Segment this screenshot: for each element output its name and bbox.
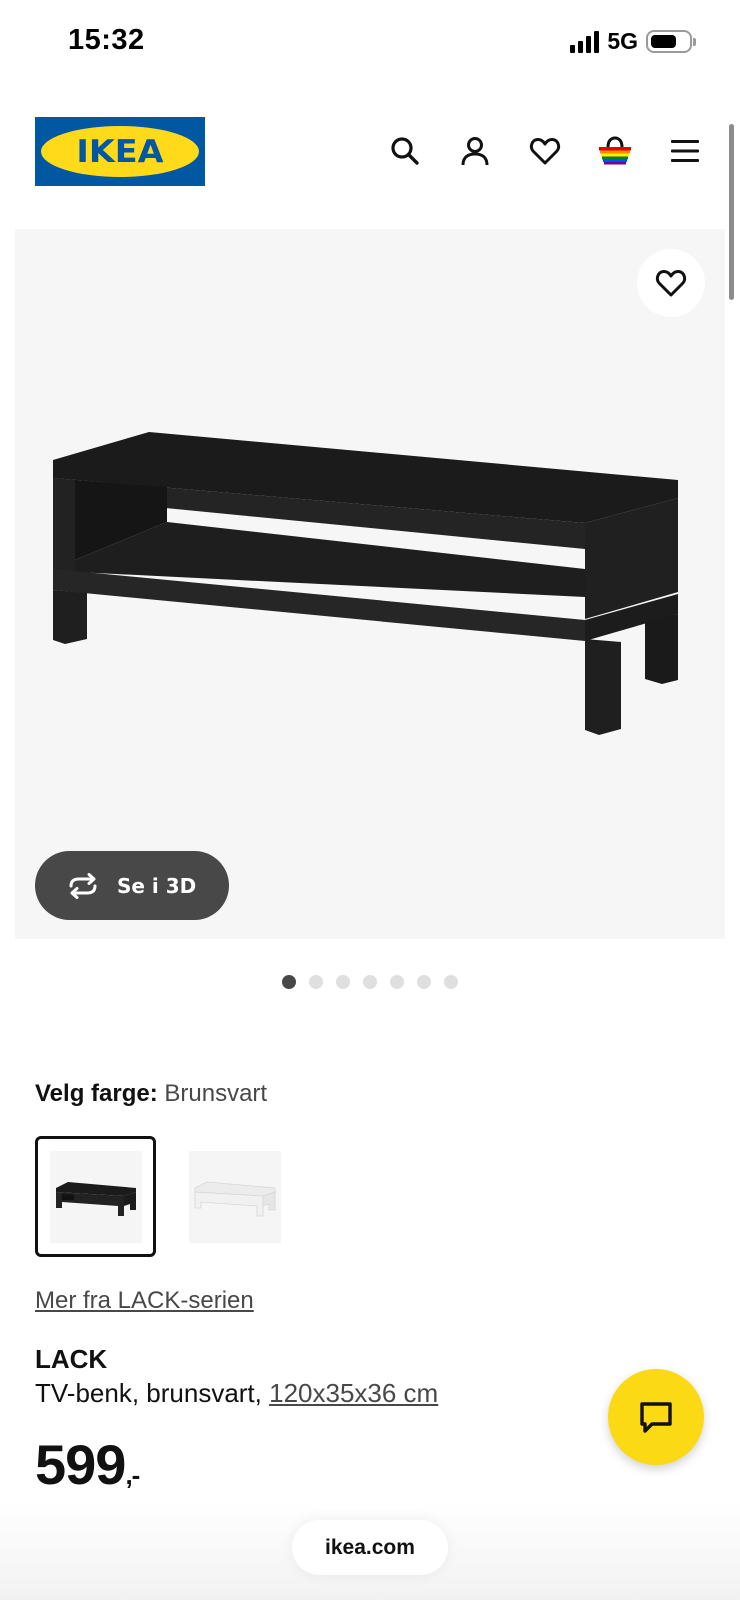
- basket-icon[interactable]: [595, 131, 635, 171]
- status-time: 15:32: [68, 24, 145, 56]
- product-image: [53, 432, 678, 735]
- view-in-3d-button[interactable]: Se i 3D: [35, 851, 229, 920]
- signal-icon: [570, 30, 600, 53]
- color-swatch-brunsvart[interactable]: [35, 1136, 156, 1257]
- gallery-dot[interactable]: [390, 975, 404, 989]
- network-label: 5G: [607, 28, 638, 54]
- product-name: LACK: [35, 1344, 108, 1374]
- price-value: 599: [35, 1433, 126, 1496]
- status-bar: 15:32 5G: [0, 0, 740, 86]
- product-price: 599,-: [35, 1432, 140, 1497]
- color-selected-value: Brunsvart: [164, 1080, 268, 1107]
- chat-icon: [640, 1402, 672, 1433]
- battery-icon: [646, 30, 696, 53]
- gallery-dot[interactable]: [336, 975, 350, 989]
- gallery-dot[interactable]: [363, 975, 377, 989]
- rotate-3d-icon: [69, 872, 97, 899]
- heart-icon: [655, 269, 687, 297]
- gallery-dot[interactable]: [282, 975, 296, 989]
- browser-url-bar[interactable]: ikea.com: [292, 1520, 448, 1575]
- color-label-title: Velg farge:: [35, 1080, 158, 1107]
- product-image-gallery[interactable]: Se i 3D: [15, 229, 725, 939]
- wishlist-icon[interactable]: [525, 131, 565, 171]
- color-swatches: [35, 1136, 295, 1257]
- header-icons: [385, 131, 705, 171]
- gallery-dot[interactable]: [444, 975, 458, 989]
- search-icon[interactable]: [385, 131, 425, 171]
- menu-icon[interactable]: [665, 131, 705, 171]
- color-selector-label: Velg farge: Brunsvart: [35, 1080, 267, 1108]
- add-to-wishlist-button[interactable]: [637, 249, 705, 317]
- product-description-text: TV-benk, brunsvart,: [35, 1378, 270, 1408]
- gallery-pagination: [0, 975, 740, 989]
- ikea-logo[interactable]: IKEA: [35, 116, 205, 186]
- series-link[interactable]: Mer fra LACK-serien: [35, 1287, 254, 1315]
- product-description: TV-benk, brunsvart, 120x35x36 cm: [35, 1378, 438, 1409]
- status-indicators: 5G: [570, 28, 696, 55]
- view-in-3d-label: Se i 3D: [117, 873, 197, 898]
- gallery-dot[interactable]: [309, 975, 323, 989]
- account-icon[interactable]: [455, 131, 495, 171]
- color-swatch-hvit[interactable]: [174, 1136, 295, 1257]
- gallery-dot[interactable]: [417, 975, 431, 989]
- chat-button[interactable]: [608, 1369, 704, 1465]
- site-header: IKEA: [35, 116, 705, 186]
- product-dimensions-link[interactable]: 120x35x36 cm: [269, 1378, 438, 1408]
- price-suffix: ,-: [125, 1460, 140, 1490]
- browser-url: ikea.com: [325, 1535, 415, 1559]
- scrollbar[interactable]: [729, 124, 734, 300]
- logo-text: IKEA: [76, 133, 164, 170]
